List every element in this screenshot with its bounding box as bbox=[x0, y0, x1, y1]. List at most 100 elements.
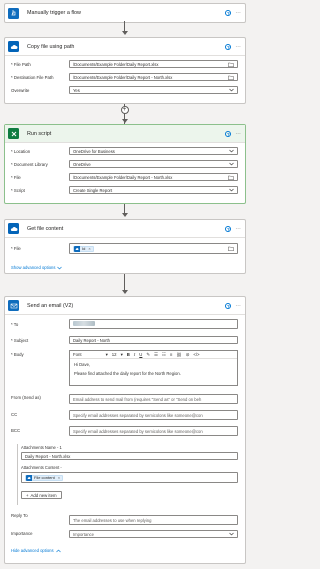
reply-to-field[interactable]: The email addresses to use when replying bbox=[69, 515, 238, 525]
remove-chip-icon[interactable]: × bbox=[88, 246, 90, 251]
body-editor[interactable]: Font ▾ 12 ▾ B I U ✎ ☰ ☷ ≡ ⛓ ⊘ </> Hi Dav… bbox=[69, 350, 238, 386]
file-content-chip[interactable]: File content × bbox=[25, 474, 64, 481]
help-icon[interactable]: ? bbox=[225, 130, 232, 137]
help-icon[interactable]: ? bbox=[225, 225, 232, 232]
code-view-icon[interactable]: </> bbox=[193, 352, 199, 357]
chevron-down-icon bbox=[57, 266, 63, 269]
destination-path-field[interactable]: /Documents/Example Folder/Daily Report -… bbox=[69, 73, 238, 81]
arrow-down-icon bbox=[121, 290, 128, 294]
script-select[interactable]: Create Single Report bbox=[69, 186, 238, 194]
add-new-item-button[interactable]: + Add new item bbox=[21, 491, 62, 499]
help-icon[interactable]: ? bbox=[225, 302, 232, 309]
location-select[interactable]: OneDrive for Business bbox=[69, 147, 238, 155]
from-label: From (Send as) bbox=[11, 395, 41, 400]
body-label: * Body bbox=[11, 352, 24, 357]
more-options-icon[interactable]: ··· bbox=[235, 226, 241, 232]
chevron-down-icon bbox=[229, 88, 234, 92]
more-options-icon[interactable]: ··· bbox=[235, 10, 241, 16]
trigger-card[interactable]: Manually trigger a flow ? ··· bbox=[4, 3, 246, 23]
folder-icon[interactable] bbox=[228, 175, 234, 180]
numbered-list-icon[interactable]: ☷ bbox=[162, 352, 166, 358]
italic-icon[interactable]: I bbox=[134, 352, 135, 357]
from-field[interactable]: Email address to send mail from (require… bbox=[69, 394, 238, 404]
body-content[interactable]: Hi Dave, Please find attached the daily … bbox=[70, 359, 237, 380]
unlink-icon[interactable]: ⊘ bbox=[186, 352, 190, 358]
folder-icon[interactable] bbox=[228, 62, 234, 67]
cc-field[interactable]: Specify email addresses separated by sem… bbox=[69, 410, 238, 420]
underline-icon[interactable]: U bbox=[139, 352, 142, 357]
help-icon[interactable]: ? bbox=[225, 43, 232, 50]
body-line: Hi Dave, bbox=[74, 362, 91, 367]
run-script-card-header[interactable]: Run script ? ··· bbox=[5, 125, 245, 143]
folder-icon[interactable] bbox=[228, 75, 234, 80]
chevron-down-icon bbox=[229, 532, 234, 536]
excel-icon bbox=[8, 128, 19, 139]
copy-file-card-header[interactable]: Copy file using path ? ··· bbox=[5, 38, 245, 56]
document-library-select[interactable]: OneDrive bbox=[69, 160, 238, 168]
document-library-value: OneDrive bbox=[73, 161, 91, 167]
to-field[interactable] bbox=[69, 319, 238, 329]
destination-path-value: /Documents/Example Folder/Daily Report -… bbox=[73, 74, 173, 80]
attachments-name-field[interactable]: Daily Report - North.xlsx bbox=[21, 452, 238, 460]
run-script-card: Run script ? ··· * Location OneDrive for… bbox=[4, 124, 246, 204]
chevron-up-icon bbox=[55, 549, 61, 552]
bullet-list-icon[interactable]: ☰ bbox=[154, 352, 158, 358]
reply-to-placeholder: The email addresses to use when replying bbox=[73, 517, 152, 523]
destination-path-label: * Destination File Path bbox=[11, 75, 54, 80]
attachments-name-value: Daily Report - North.xlsx bbox=[25, 453, 71, 459]
file-path-field[interactable]: /Documents/Example Folder/Daily Report.x… bbox=[69, 60, 238, 68]
font-select[interactable]: Font bbox=[73, 352, 82, 357]
help-icon[interactable]: ? bbox=[225, 10, 232, 16]
run-script-title: Run script bbox=[27, 130, 52, 137]
bcc-field[interactable]: Specify email addresses separated by sem… bbox=[69, 426, 238, 436]
bold-icon[interactable]: B bbox=[127, 352, 130, 357]
arrow-down-icon bbox=[121, 31, 128, 35]
bcc-placeholder: Specify email addresses separated by sem… bbox=[73, 428, 203, 434]
more-options-icon[interactable]: ··· bbox=[235, 44, 241, 50]
link-icon[interactable]: ⛓ bbox=[176, 352, 181, 358]
subject-field[interactable]: Daily Report - North bbox=[69, 336, 238, 344]
show-advanced-options-link[interactable]: Show advanced options bbox=[11, 265, 63, 270]
connector-line bbox=[124, 274, 125, 291]
hide-advanced-options-link[interactable]: Hide advanced options bbox=[11, 548, 61, 553]
importance-label: Importance bbox=[11, 531, 33, 536]
file-path-value: /Documents/Example Folder/Daily Report.x… bbox=[73, 61, 159, 67]
file-id-chip[interactable]: Id × bbox=[73, 245, 94, 252]
cloud-icon bbox=[8, 41, 19, 52]
importance-value: Importance bbox=[73, 531, 94, 537]
overwrite-select[interactable]: Yes bbox=[69, 86, 238, 94]
send-email-title: Send an email (V2) bbox=[27, 302, 74, 309]
folder-icon[interactable] bbox=[228, 246, 234, 251]
remove-chip-icon[interactable]: × bbox=[58, 475, 60, 480]
chevron-down-icon[interactable]: ▾ bbox=[121, 352, 123, 358]
importance-select[interactable]: Importance bbox=[69, 530, 238, 538]
file-field[interactable]: Id × bbox=[69, 243, 238, 254]
copy-file-card: Copy file using path ? ··· * File Path /… bbox=[4, 37, 246, 104]
to-label: * To bbox=[11, 322, 19, 327]
subject-label: * Subject bbox=[11, 338, 29, 343]
trigger-card-header[interactable]: Manually trigger a flow ? ··· bbox=[5, 4, 245, 22]
file-id-chip-label: Id bbox=[82, 246, 86, 251]
get-file-content-card: Get file content ? ··· * File Id × Show … bbox=[4, 219, 246, 274]
hand-touch-icon bbox=[8, 7, 19, 19]
align-icon[interactable]: ≡ bbox=[170, 352, 173, 357]
chevron-down-icon[interactable]: ▾ bbox=[106, 352, 108, 358]
editor-toolbar: Font ▾ 12 ▾ B I U ✎ ☰ ☷ ≡ ⛓ ⊘ </> bbox=[70, 351, 237, 359]
font-size-select[interactable]: 12 bbox=[112, 352, 117, 357]
more-options-icon[interactable]: ··· bbox=[235, 131, 241, 137]
body-line: Please find attached the daily report fo… bbox=[74, 371, 181, 376]
subject-value: Daily Report - North bbox=[73, 337, 111, 343]
trigger-title: Manually trigger a flow bbox=[27, 10, 81, 16]
bcc-label: BCC bbox=[11, 428, 21, 433]
more-options-icon[interactable]: ··· bbox=[235, 303, 241, 309]
overwrite-label: Overwrite bbox=[11, 88, 30, 93]
send-email-card-header[interactable]: Send an email (V2) ? ··· bbox=[5, 297, 245, 315]
get-file-card-header[interactable]: Get file content ? ··· bbox=[5, 220, 245, 238]
cloud-icon bbox=[26, 474, 32, 481]
copy-file-title: Copy file using path bbox=[27, 43, 75, 50]
attachments-content-field[interactable]: File content × bbox=[21, 472, 238, 483]
add-step-icon[interactable]: + bbox=[120, 106, 129, 114]
plus-icon: + bbox=[26, 492, 29, 498]
text-color-icon[interactable]: ✎ bbox=[146, 352, 150, 358]
file-field[interactable]: /Documents/Example Folder/Daily Report -… bbox=[69, 173, 238, 181]
